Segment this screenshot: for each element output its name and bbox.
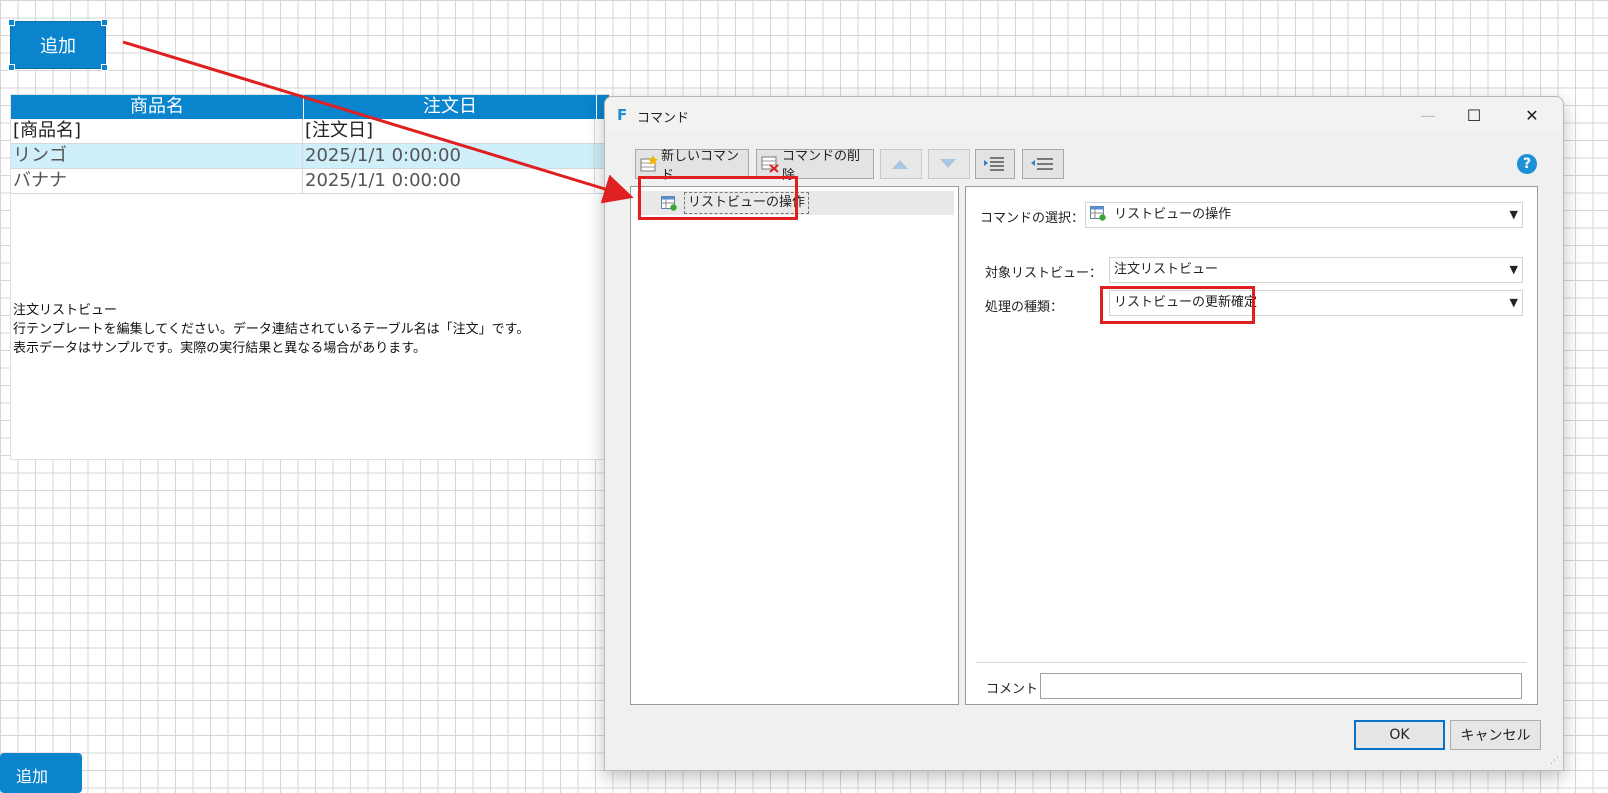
add-button-partial[interactable]: 追加 [0, 753, 82, 793]
target-listview-value: 注文リストビュー [1114, 262, 1219, 277]
listview-header: 商品名 注文日 [11, 95, 609, 119]
dropdown-arrow-icon: ▼ [1509, 208, 1518, 221]
dialog-titlebar[interactable]: F コマンド — ☐ ✕ [605, 97, 1563, 133]
dropdown-arrow-icon: ▼ [1509, 296, 1518, 309]
order-listview[interactable]: 商品名 注文日 [商品名] [注文日] リンゴ 2025/1/1 0:00:00… [10, 94, 610, 460]
add-button[interactable]: 追加 [8, 19, 108, 71]
column-header-product: 商品名 [11, 95, 304, 119]
move-down-button[interactable] [928, 149, 970, 179]
column-header-order-date: 注文日 [304, 95, 597, 119]
table-cell: リンゴ [11, 144, 303, 168]
indent-icon [984, 157, 1004, 171]
selection-handle[interactable] [101, 64, 108, 71]
help-icon[interactable]: ? [1517, 154, 1537, 174]
table-cell: 2025/1/1 0:00:00 [303, 169, 595, 193]
new-command-icon [640, 155, 658, 173]
comment-field[interactable] [1040, 673, 1522, 699]
indent-button[interactable] [975, 149, 1015, 179]
ok-button[interactable]: OK [1354, 720, 1445, 750]
app-logo-icon: F [617, 106, 628, 124]
command-select-dropdown[interactable]: リストビューの操作 ▼ [1085, 202, 1523, 228]
annotation-highlight-tree-item [638, 176, 798, 220]
template-cell: [注文日] [303, 119, 595, 143]
selection-handle[interactable] [8, 19, 15, 26]
command-select-value: リストビューの操作 [1114, 207, 1232, 222]
target-listview-dropdown[interactable]: 注文リストビュー ▼ [1109, 257, 1523, 283]
outdent-icon [1031, 158, 1053, 170]
table-row[interactable]: リンゴ 2025/1/1 0:00:00 [11, 144, 609, 169]
delete-command-icon [761, 155, 779, 173]
divider [976, 662, 1527, 663]
table-cell: 2025/1/1 0:00:00 [303, 144, 595, 168]
command-settings-panel: コマンドの選択： リストビューの操作 ▼ 対象リストビュー： 注文リストビュー … [965, 186, 1538, 705]
listview-note: 注文リストビュー 行テンプレートを編集してください。データ連結されているテーブル… [13, 301, 529, 358]
add-button-partial-label: 追加 [16, 767, 49, 786]
note-line: 表示データはサンプルです。実際の実行結果と異なる場合があります。 [13, 341, 427, 356]
selection-handle[interactable] [101, 19, 108, 26]
dropdown-arrow-icon: ▼ [1509, 263, 1518, 276]
arrow-down-icon [940, 159, 956, 168]
command-select-label: コマンドの選択： [980, 211, 1085, 226]
operation-type-label: 処理の種類： [985, 300, 1064, 315]
dialog-title: コマンド [637, 111, 690, 126]
template-row[interactable]: [商品名] [注文日] [11, 119, 609, 144]
minimize-icon[interactable]: — [1405, 97, 1451, 133]
note-line: 注文リストビュー [13, 303, 118, 318]
template-cell: [商品名] [11, 119, 303, 143]
resize-grip-icon[interactable]: ⋰ [1550, 756, 1559, 766]
selection-handle[interactable] [8, 64, 15, 71]
target-listview-label: 対象リストビュー： [985, 266, 1103, 281]
listview-command-icon [1090, 206, 1106, 221]
cancel-button[interactable]: キャンセル [1450, 720, 1541, 750]
note-line: 行テンプレートを編集してください。データ連結されているテーブル名は「注文」です。 [13, 322, 530, 337]
new-command-button[interactable]: 新しいコマンド [635, 149, 749, 183]
delete-command-button[interactable]: コマンドの削除 [756, 149, 874, 183]
table-row[interactable]: バナナ 2025/1/1 0:00:00 [11, 169, 609, 194]
move-up-button[interactable] [880, 149, 922, 179]
annotation-highlight-operation-type [1100, 286, 1255, 324]
comment-label: コメント [986, 682, 1039, 697]
outdent-button[interactable] [1022, 149, 1064, 179]
add-button-label: 追加 [40, 36, 76, 57]
command-tree[interactable]: リストビューの操作 [630, 186, 959, 705]
table-cell: バナナ [11, 169, 303, 193]
close-icon[interactable]: ✕ [1509, 97, 1555, 133]
maximize-icon[interactable]: ☐ [1451, 97, 1497, 133]
arrow-up-icon [892, 160, 908, 169]
